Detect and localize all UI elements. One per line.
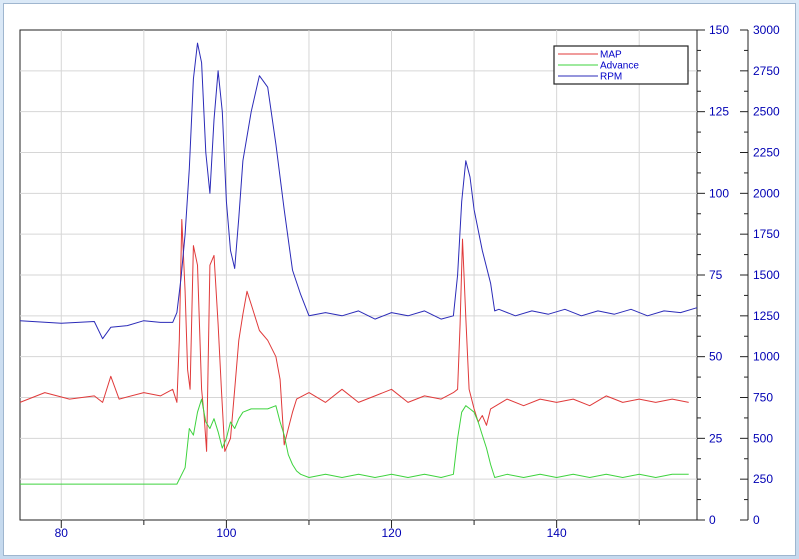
plot-area bbox=[19, 42, 698, 485]
legend: MAPAdvanceRPM bbox=[553, 45, 689, 85]
y-right-tick-label: 2750 bbox=[753, 64, 780, 78]
x-tick-label: 100 bbox=[216, 526, 236, 540]
chart-svg: 80 100 120 140 0 25 50 75 100 125 150 0 250 500 750 1… bbox=[19, 23, 780, 540]
y-right-tick-label: 0 bbox=[753, 513, 760, 527]
grid bbox=[19, 29, 698, 521]
x-tick-label: 140 bbox=[547, 526, 567, 540]
y-right-tick-label: 1250 bbox=[753, 309, 780, 323]
x-axis: 80 100 120 140 bbox=[55, 520, 640, 540]
y-axis-left: 0 25 50 75 100 125 150 bbox=[697, 23, 729, 527]
y-right-tick-label: 1000 bbox=[753, 350, 780, 364]
y-left-tick-label: 150 bbox=[709, 23, 729, 37]
y-axis-right: 0 250 500 750 1000 1250 1500 1750 2000 2250 2500 27… bbox=[740, 23, 780, 527]
legend-label-rpm: RPM bbox=[600, 72, 622, 83]
y-right-tick-label: 2000 bbox=[753, 186, 780, 200]
chart-frame: 80 100 120 140 0 25 50 75 100 125 150 0 250 500 750 1… bbox=[3, 3, 796, 556]
x-tick-label: 120 bbox=[382, 526, 402, 540]
y-left-tick-label: 50 bbox=[709, 350, 723, 364]
y-right-tick-label: 750 bbox=[753, 391, 773, 405]
y-left-tick-label: 0 bbox=[709, 513, 716, 527]
series-line-map bbox=[19, 219, 689, 452]
legend-label-advance: Advance bbox=[600, 61, 639, 72]
y-left-tick-label: 100 bbox=[709, 186, 729, 200]
y-right-tick-label: 1750 bbox=[753, 227, 780, 241]
y-right-tick-label: 250 bbox=[753, 472, 773, 486]
y-right-tick-label: 500 bbox=[753, 431, 773, 445]
y-right-tick-label: 2250 bbox=[753, 146, 780, 160]
y-right-tick-label: 3000 bbox=[753, 23, 780, 37]
x-tick-label: 80 bbox=[55, 526, 69, 540]
series-line-advance bbox=[20, 398, 689, 485]
legend-label-map: MAP bbox=[600, 50, 622, 61]
y-left-tick-label: 75 bbox=[709, 268, 723, 282]
y-left-tick-label: 25 bbox=[709, 431, 723, 445]
y-right-tick-label: 1500 bbox=[753, 268, 780, 282]
y-left-tick-label: 125 bbox=[709, 105, 729, 119]
series-line-rpm bbox=[19, 42, 698, 340]
y-right-tick-label: 2500 bbox=[753, 105, 780, 119]
